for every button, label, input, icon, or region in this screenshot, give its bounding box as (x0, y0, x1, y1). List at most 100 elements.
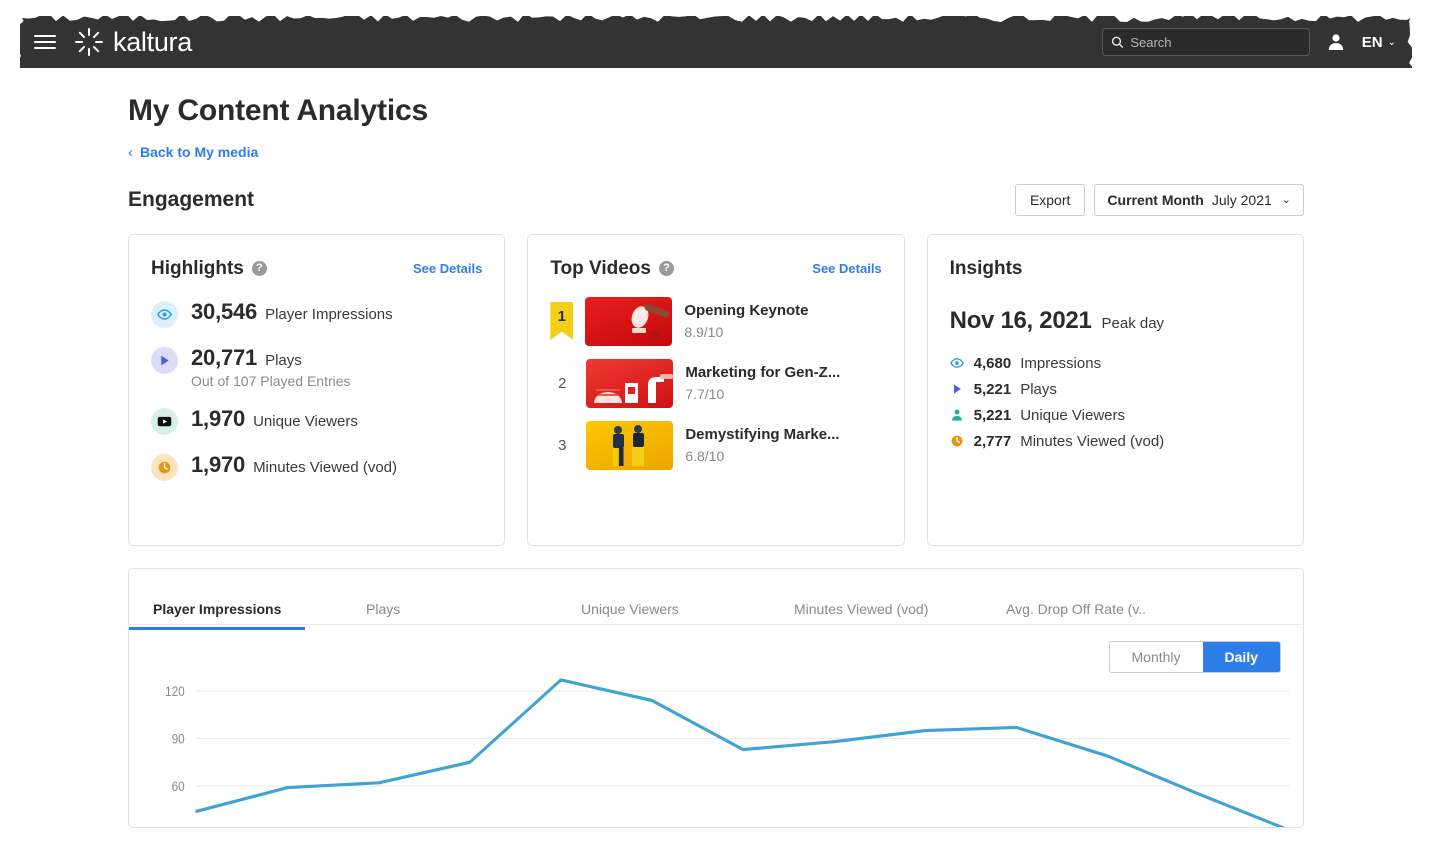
top-video-title[interactable]: Marketing for Gen-Z... (685, 364, 840, 381)
top-video-row[interactable]: 1 Opening Keynote 8.9/10 (550, 296, 881, 346)
insight-row: 5,221 Unique Viewers (950, 407, 1281, 424)
yellow-people-thumbnail[interactable] (586, 420, 674, 470)
highlights-see-details-link[interactable]: See Details (413, 261, 482, 276)
language-selector[interactable]: EN ⌄ (1362, 34, 1396, 51)
chart-series-line (195, 677, 1286, 827)
highlight-body: 1,970 Minutes Viewed (vod) (191, 452, 397, 478)
insight-label: Impressions (1020, 354, 1102, 372)
search-input[interactable] (1130, 34, 1301, 50)
insight-label: Plays (1020, 380, 1057, 398)
screenshot-frame: kaltura EN ⌄ (0, 0, 1432, 855)
help-icon[interactable]: ? (251, 261, 267, 276)
search-icon (1111, 36, 1123, 48)
tab-avg-drop-off-rate-v[interactable]: Avg. Drop Off Rate (v.. (1006, 601, 1146, 629)
page-title: My Content Analytics (128, 94, 428, 127)
insights-title: Insights (949, 257, 1023, 279)
insight-value: 2,777 (973, 432, 1012, 450)
language-label: EN (1361, 33, 1383, 51)
clock-icon (158, 461, 171, 473)
highlights-list: 30,546 Player Impressions 20,771 Plays Out o… (151, 299, 482, 481)
tab-plays[interactable]: Plays (366, 601, 400, 629)
tab-unique-viewers[interactable]: Unique Viewers (581, 601, 679, 629)
video-icon-badge (151, 407, 178, 435)
top-video-row[interactable]: 2 Marketing for Gen-Z... 7.7/10 (550, 358, 881, 408)
insights-peak-day: Nov 16, 2021 Peak day (950, 307, 1281, 335)
highlights-card: Highlights ? See Details 30,546 Player Im… (128, 233, 506, 546)
insight-label: Unique Viewers (1020, 406, 1125, 424)
highlight-value-row: 20,771 Plays (191, 345, 351, 371)
play-icon-wrap (950, 382, 965, 397)
insight-value: 5,221 (973, 406, 1012, 424)
top-video-row[interactable]: 3 Demystifying Marke... 6.8/10 (550, 420, 881, 470)
top-videos-card: Top Videos ? See Details 1 Opening Keynot… (527, 233, 905, 546)
help-icon[interactable]: ? (658, 261, 674, 276)
chevron-down-icon: ⌄ (1281, 194, 1291, 206)
highlight-value: 1,970 (191, 405, 246, 431)
summary-cards-row: Highlights ? See Details 30,546 Player Im… (128, 233, 1304, 546)
top-video-score: 8.9/10 (684, 324, 724, 340)
red-podium-thumbnail[interactable] (585, 296, 673, 346)
brand-logo[interactable]: kaltura (74, 27, 192, 57)
top-videos-see-details-link[interactable]: See Details (812, 261, 881, 276)
highlight-body: 20,771 Plays Out of 107 Played Entries (191, 345, 351, 389)
page-content: My Content Analytics ‹ Back to My media … (20, 68, 1412, 828)
brand-name: kaltura (113, 26, 192, 57)
insight-row: 5,221 Plays (950, 381, 1281, 398)
insights-peak-date: Nov 16, 2021 (949, 306, 1092, 334)
tab-minutes-viewed-vod[interactable]: Minutes Viewed (vod) (794, 601, 928, 629)
highlight-value: 30,546 (191, 298, 258, 324)
top-video-title[interactable]: Opening Keynote (684, 302, 808, 319)
insight-row: 2,777 Minutes Viewed (vod) (950, 433, 1281, 450)
eye-icon (157, 308, 172, 320)
tab-player-impressions[interactable]: Player Impressions (129, 601, 306, 630)
chevron-left-icon: ‹ (128, 143, 133, 161)
rank-number: 3 (558, 436, 567, 454)
date-range-picker[interactable]: Current Month July 2021 ⌄ (1094, 183, 1304, 216)
highlight-body: 1,970 Unique Viewers (191, 406, 358, 432)
export-button[interactable]: Export (1014, 183, 1086, 216)
kaltura-sunburst-icon (75, 28, 103, 56)
highlight-label: Minutes Viewed (vod) (253, 458, 398, 476)
highlights-title: Highlights (151, 257, 244, 279)
red-objects-thumbnail[interactable] (586, 358, 674, 408)
highlight-row: 1,970 Unique Viewers (151, 406, 482, 435)
back-to-my-media-link[interactable]: ‹ Back to My media (128, 144, 258, 160)
top-video-meta: Opening Keynote 8.9/10 (684, 302, 808, 340)
clock-icon-wrap (950, 434, 965, 449)
metric-tabs: Player Impressions Plays Unique Viewers Min… (129, 569, 1303, 630)
search-box[interactable] (1101, 28, 1310, 56)
top-video-score: 6.8/10 (685, 448, 725, 464)
clock-icon-badge (151, 453, 178, 481)
top-video-meta: Demystifying Marke... 6.8/10 (685, 426, 839, 464)
y-axis-tick-label: 90 (172, 730, 185, 746)
metric-chart-panel: Player Impressions Plays Unique Viewers Min… (128, 567, 1304, 828)
hamburger-menu-icon[interactable] (34, 30, 58, 54)
insight-value: 5,221 (973, 380, 1012, 398)
top-navigation-bar: kaltura EN ⌄ (20, 16, 1412, 68)
top-videos-list: 1 Opening Keynote 8.9/10 2 Marketing for Gen… (550, 296, 881, 470)
section-actions: Export Current Month July 2021 ⌄ (1014, 183, 1304, 216)
granularity-monthly[interactable]: Monthly (1109, 641, 1203, 672)
eye-icon (950, 358, 965, 368)
user-avatar-icon[interactable] (1326, 32, 1346, 52)
eye-icon-badge (151, 300, 178, 328)
granularity-daily[interactable]: Daily (1202, 641, 1280, 672)
highlight-value-row: 30,546 Player Impressions (191, 299, 393, 325)
highlight-label: Plays (265, 351, 302, 369)
highlight-value-row: 1,970 Minutes Viewed (vod) (191, 452, 397, 478)
chevron-down-icon: ⌄ (1387, 36, 1396, 48)
play-icon-badge (151, 346, 178, 374)
section-title: Engagement (128, 187, 255, 211)
play-icon (161, 355, 169, 365)
top-video-meta: Marketing for Gen-Z... 7.7/10 (685, 364, 840, 402)
highlight-value-row: 1,970 Unique Viewers (191, 406, 358, 432)
insights-card-header: Insights (950, 257, 1281, 281)
highlight-value: 1,970 (191, 451, 246, 477)
insights-metrics-list: 4,680 Impressions 5,221 Plays 5,221 Unique Vi… (950, 355, 1281, 450)
top-video-score: 7.7/10 (685, 386, 725, 402)
rank-ribbon-badge: 1 (550, 302, 574, 340)
eye-icon-wrap (950, 356, 965, 371)
top-video-title[interactable]: Demystifying Marke... (685, 426, 839, 443)
engagement-section-header: Engagement Export Current Month July 202… (128, 183, 1304, 216)
insights-peak-label: Peak day (1101, 314, 1165, 332)
